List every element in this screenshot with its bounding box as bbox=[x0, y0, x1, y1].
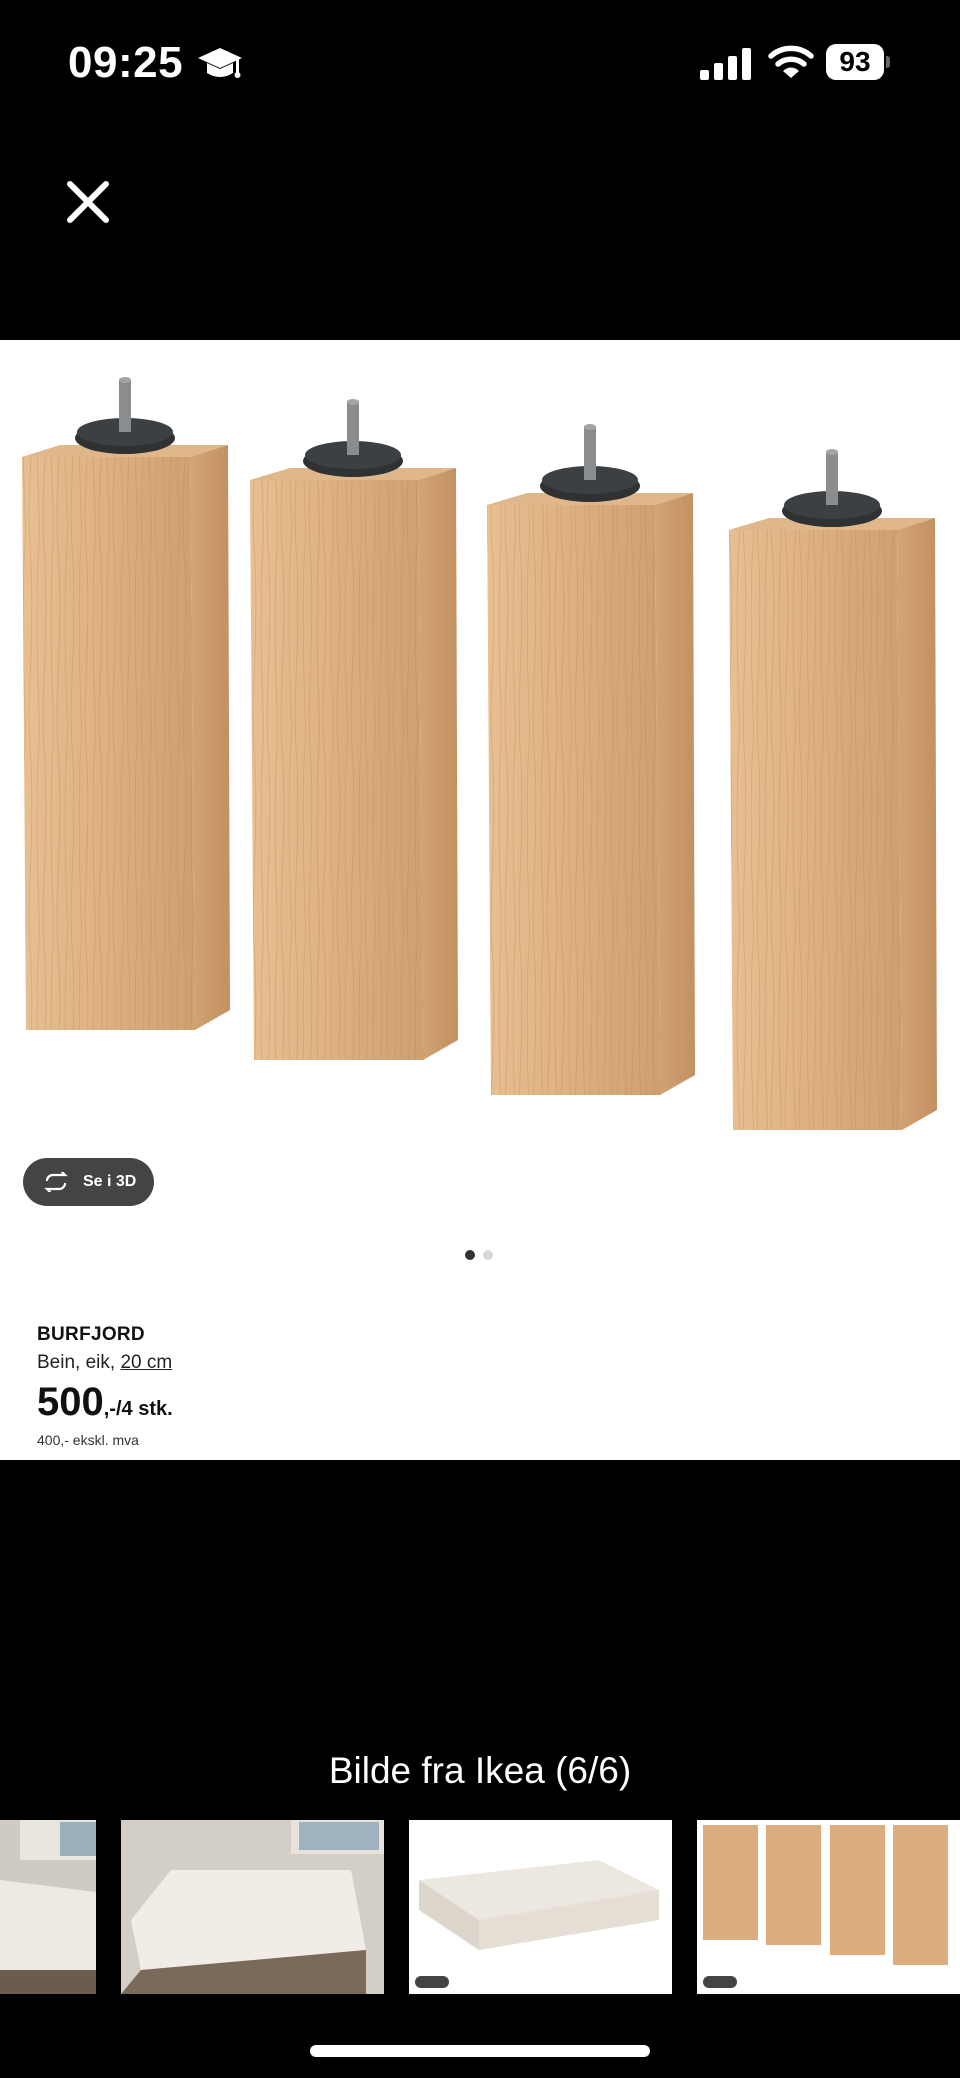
product-desc-text: Bein, eik, bbox=[37, 1352, 121, 1373]
image-caption: Bilde fra Ikea (6/6) bbox=[328, 1750, 632, 1791]
status-time: 09:25 bbox=[68, 38, 184, 87]
wooden-leg-2 bbox=[250, 399, 458, 1060]
page-dot-1[interactable] bbox=[465, 1250, 475, 1260]
product-description: Bein, eik, 20 cm bbox=[37, 1352, 172, 1374]
product-name: BURFJORD bbox=[37, 1324, 145, 1345]
wooden-leg-4 bbox=[729, 449, 937, 1130]
signal-icon bbox=[700, 48, 751, 80]
wooden-leg-3 bbox=[487, 424, 695, 1095]
battery-level: 93 bbox=[839, 46, 871, 77]
wifi-icon bbox=[768, 45, 814, 78]
page-indicator bbox=[465, 1250, 493, 1260]
thumbnail-3[interactable] bbox=[409, 1820, 672, 1994]
product-image-wooden-legs bbox=[22, 377, 937, 1130]
home-indicator[interactable] bbox=[310, 2045, 650, 2057]
view-in-3d-label: Se i 3D bbox=[83, 1173, 137, 1190]
price-unit: ,-/4 stk. bbox=[103, 1398, 173, 1420]
thumbnail-1[interactable] bbox=[0, 1820, 96, 1994]
battery-icon: 93 bbox=[826, 44, 890, 80]
graduation-cap-icon bbox=[198, 48, 242, 78]
thumbnail-2[interactable] bbox=[121, 1820, 384, 1994]
product-price: 500,-/4 stk. bbox=[37, 1380, 173, 1425]
product-size-link[interactable]: 20 cm bbox=[120, 1352, 172, 1373]
price-ex-vat: 400,- ekskl. mva bbox=[37, 1432, 139, 1448]
price-main: 500 bbox=[37, 1380, 104, 1424]
thumbnail-strip[interactable] bbox=[0, 1820, 960, 1994]
status-bar: 09:25 93 bbox=[0, 0, 960, 130]
product-image-panel[interactable]: Se i 3D BURFJORD Bein, eik, 20 cm 500,-/… bbox=[0, 340, 960, 1460]
wooden-leg-1 bbox=[22, 377, 230, 1030]
rotate-3d-icon bbox=[44, 1172, 68, 1192]
view-in-3d-button[interactable]: Se i 3D bbox=[23, 1158, 154, 1206]
thumbnail-4[interactable] bbox=[697, 1820, 960, 1994]
page-dot-2[interactable] bbox=[483, 1250, 493, 1260]
close-icon[interactable] bbox=[62, 176, 114, 228]
